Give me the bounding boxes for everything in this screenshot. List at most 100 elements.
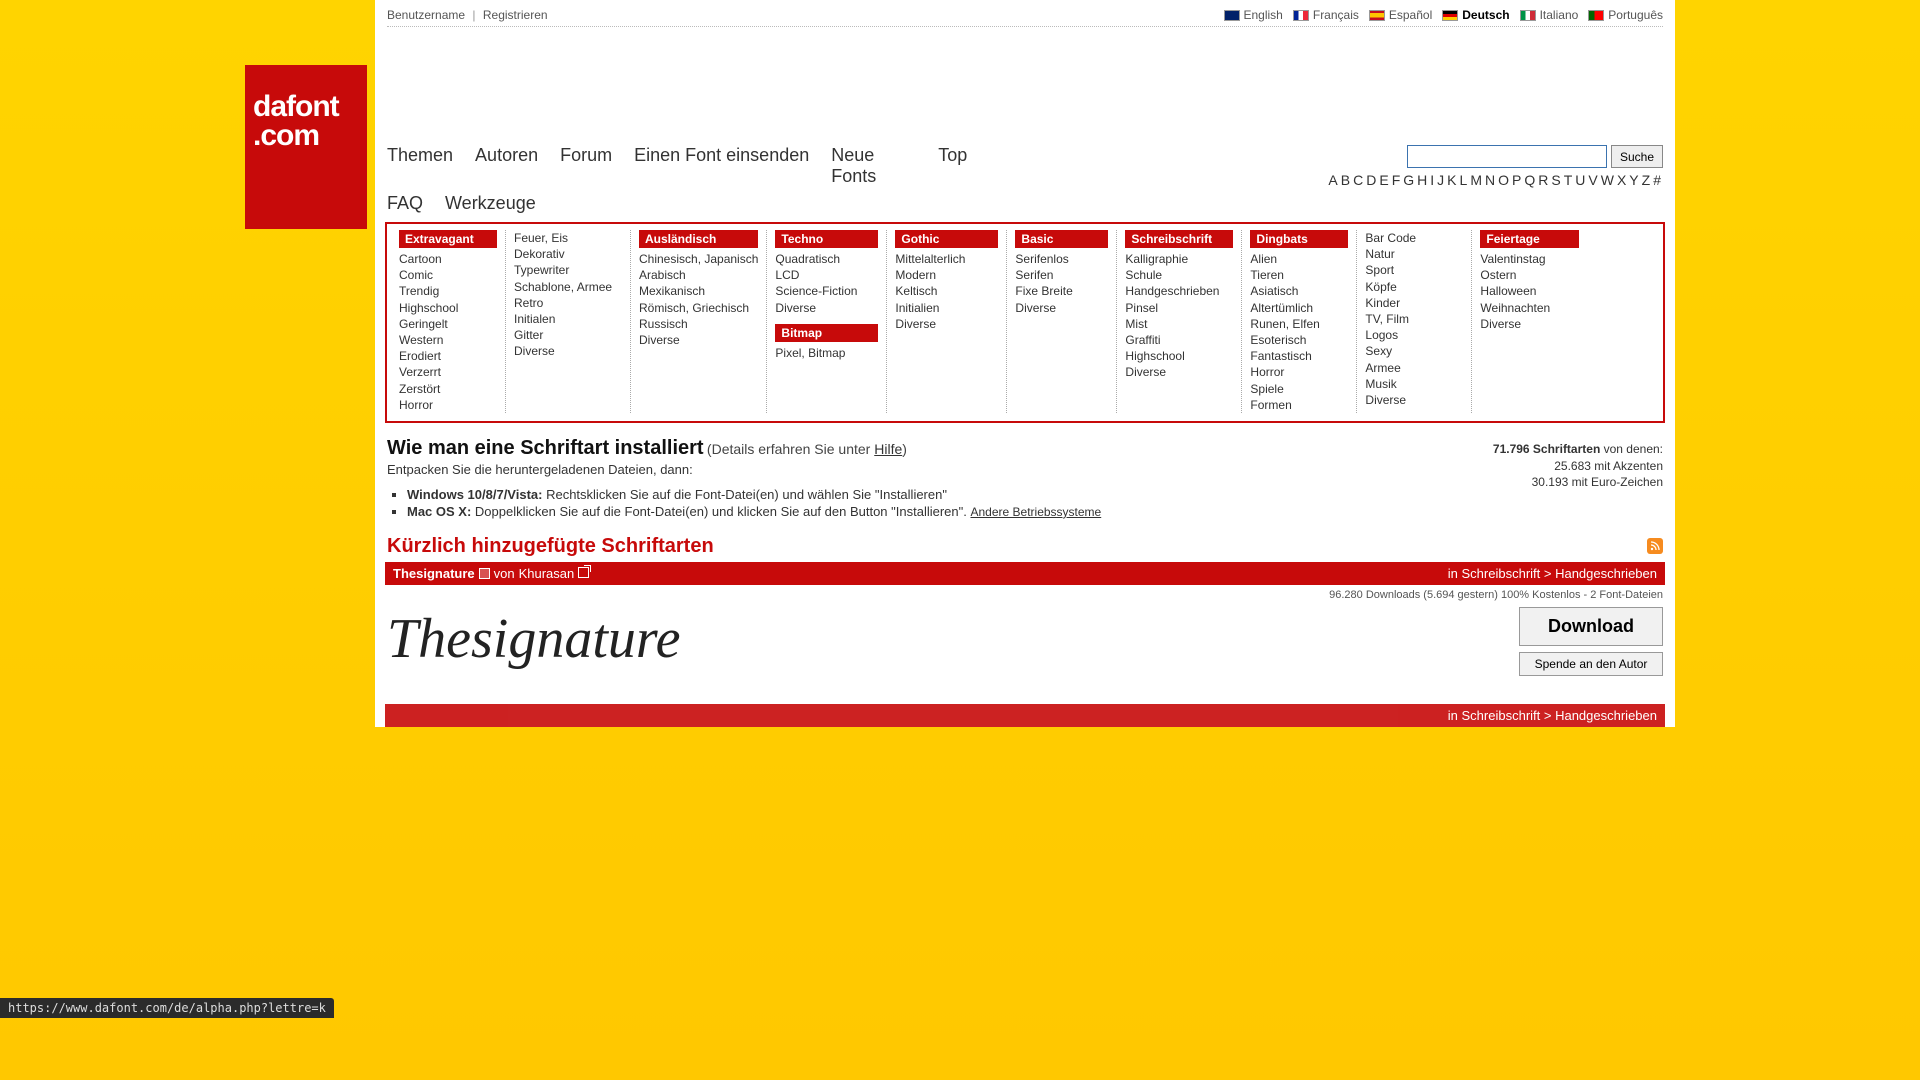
- cat-link[interactable]: Pinsel: [1125, 300, 1233, 316]
- cat-link[interactable]: Mist: [1125, 316, 1233, 332]
- cat-header[interactable]: Gothic: [895, 230, 998, 248]
- cat-link[interactable]: Typewriter: [514, 262, 622, 278]
- donate-button[interactable]: Spende an den Autor: [1519, 652, 1663, 676]
- lang-pt[interactable]: Português: [1588, 8, 1663, 22]
- download-button[interactable]: Download: [1519, 607, 1663, 646]
- cat-link[interactable]: Diverse: [1125, 364, 1233, 380]
- lang-it[interactable]: Italiano: [1520, 8, 1579, 22]
- nav-werkzeuge[interactable]: Werkzeuge: [445, 193, 536, 214]
- cat-link[interactable]: Ostern: [1480, 267, 1579, 283]
- lang-de[interactable]: Deutsch: [1442, 8, 1509, 22]
- cat-header[interactable]: Dingbats: [1250, 230, 1348, 248]
- alpha-S[interactable]: S: [1550, 172, 1562, 188]
- font-author-link[interactable]: Khurasan: [519, 566, 575, 581]
- cat-link[interactable]: Comic: [399, 267, 497, 283]
- cat-link[interactable]: Russisch: [639, 316, 758, 332]
- font-preview[interactable]: Thesignature: [387, 601, 680, 671]
- cat-link[interactable]: Arabisch: [639, 267, 758, 283]
- cat-link[interactable]: Runen, Elfen: [1250, 316, 1348, 332]
- cat-link[interactable]: Diverse: [1365, 392, 1463, 408]
- cat-link[interactable]: Diverse: [639, 332, 758, 348]
- alpha-K[interactable]: K: [1446, 172, 1458, 188]
- cat-link[interactable]: Asiatisch: [1250, 283, 1348, 299]
- alpha-P[interactable]: P: [1511, 172, 1523, 188]
- cat-link[interactable]: Alien: [1250, 251, 1348, 267]
- cat-link[interactable]: Tieren: [1250, 267, 1348, 283]
- nav-neue[interactable]: Neue Fonts: [831, 145, 916, 187]
- cat-link[interactable]: Feuer, Eis: [514, 230, 622, 246]
- alpha-A[interactable]: A: [1327, 172, 1339, 188]
- cat-link[interactable]: Armee: [1365, 360, 1463, 376]
- cat-link[interactable]: Trendig: [399, 283, 497, 299]
- cat-link[interactable]: Initialien: [895, 300, 998, 316]
- cat-link[interactable]: Serifenlos: [1015, 251, 1108, 267]
- cat-link[interactable]: Pixel, Bitmap: [775, 345, 878, 361]
- cat-header[interactable]: Techno: [775, 230, 878, 248]
- lang-fr[interactable]: Français: [1293, 8, 1359, 22]
- help-link[interactable]: Hilfe: [874, 441, 902, 457]
- cat-link[interactable]: Spiele: [1250, 381, 1348, 397]
- alpha-L[interactable]: L: [1459, 172, 1470, 188]
- cat-header[interactable]: Feiertage: [1480, 230, 1579, 248]
- cat-link[interactable]: Horror: [399, 397, 497, 413]
- cat-link[interactable]: Keltisch: [895, 283, 998, 299]
- cat-link[interactable]: Natur: [1365, 246, 1463, 262]
- cat-link[interactable]: Formen: [1250, 397, 1348, 413]
- cat-link[interactable]: Graffiti: [1125, 332, 1233, 348]
- cat-link[interactable]: Köpfe: [1365, 279, 1463, 295]
- cat-link[interactable]: Zerstört: [399, 381, 497, 397]
- alpha-V[interactable]: V: [1587, 172, 1599, 188]
- alpha-J[interactable]: J: [1436, 172, 1446, 188]
- nav-autoren[interactable]: Autoren: [475, 145, 538, 187]
- lang-en[interactable]: English: [1224, 8, 1283, 22]
- font-name-link[interactable]: Thesignature: [393, 566, 475, 581]
- cat-header[interactable]: Basic: [1015, 230, 1108, 248]
- nav-top[interactable]: Top: [938, 145, 967, 187]
- cat-link[interactable]: Geringelt: [399, 316, 497, 332]
- cat-link[interactable]: Science-Fiction: [775, 283, 878, 299]
- cat-link[interactable]: Römisch, Griechisch: [639, 300, 758, 316]
- alpha-Z[interactable]: Z: [1641, 172, 1653, 188]
- cat-link[interactable]: Quadratisch: [775, 251, 878, 267]
- cat-link[interactable]: Altertümlich: [1250, 300, 1348, 316]
- alpha-Y[interactable]: Y: [1628, 172, 1640, 188]
- cat-link[interactable]: Serifen: [1015, 267, 1108, 283]
- alpha-W[interactable]: W: [1600, 172, 1616, 188]
- alpha-U[interactable]: U: [1574, 172, 1587, 188]
- cat-link[interactable]: TV, Film: [1365, 311, 1463, 327]
- alpha-Q[interactable]: Q: [1523, 172, 1537, 188]
- cat-link[interactable]: Musik: [1365, 376, 1463, 392]
- alpha-C[interactable]: C: [1352, 172, 1365, 188]
- cat-link[interactable]: Valentinstag: [1480, 251, 1579, 267]
- alpha-F[interactable]: F: [1391, 172, 1403, 188]
- alpha-E[interactable]: E: [1378, 172, 1390, 188]
- lang-es[interactable]: Español: [1369, 8, 1432, 22]
- alpha-#[interactable]: #: [1652, 172, 1663, 188]
- external-link-icon[interactable]: [578, 566, 589, 581]
- alpha-R[interactable]: R: [1537, 172, 1550, 188]
- cat-link[interactable]: Fantastisch: [1250, 348, 1348, 364]
- cat-link[interactable]: Diverse: [1015, 300, 1108, 316]
- cat-link[interactable]: Schablone, Armee: [514, 279, 622, 295]
- nav-forum[interactable]: Forum: [560, 145, 612, 187]
- search-button[interactable]: Suche: [1611, 145, 1663, 168]
- cat-link[interactable]: Erodiert: [399, 348, 497, 364]
- font-category-link[interactable]: Schreibschrift > Handgeschrieben: [1462, 566, 1657, 581]
- font-category-link-2[interactable]: Schreibschrift > Handgeschrieben: [1462, 708, 1657, 723]
- cat-link[interactable]: Diverse: [514, 343, 622, 359]
- cat-link[interactable]: Verzerrt: [399, 364, 497, 380]
- alpha-N[interactable]: N: [1484, 172, 1497, 188]
- cat-link[interactable]: Handgeschrieben: [1125, 283, 1233, 299]
- alpha-T[interactable]: T: [1563, 172, 1575, 188]
- search-input[interactable]: [1407, 145, 1607, 168]
- register-link[interactable]: Registrieren: [483, 8, 548, 22]
- cat-link[interactable]: Gitter: [514, 327, 622, 343]
- cat-link[interactable]: Sport: [1365, 262, 1463, 278]
- site-logo[interactable]: dafont .com: [245, 65, 367, 229]
- cat-header[interactable]: Schreibschrift: [1125, 230, 1233, 248]
- cat-link[interactable]: Mexikanisch: [639, 283, 758, 299]
- nav-submit[interactable]: Einen Font einsenden: [634, 145, 809, 187]
- cat-link[interactable]: Kinder: [1365, 295, 1463, 311]
- cat-link[interactable]: Diverse: [775, 300, 878, 316]
- cat-link[interactable]: LCD: [775, 267, 878, 283]
